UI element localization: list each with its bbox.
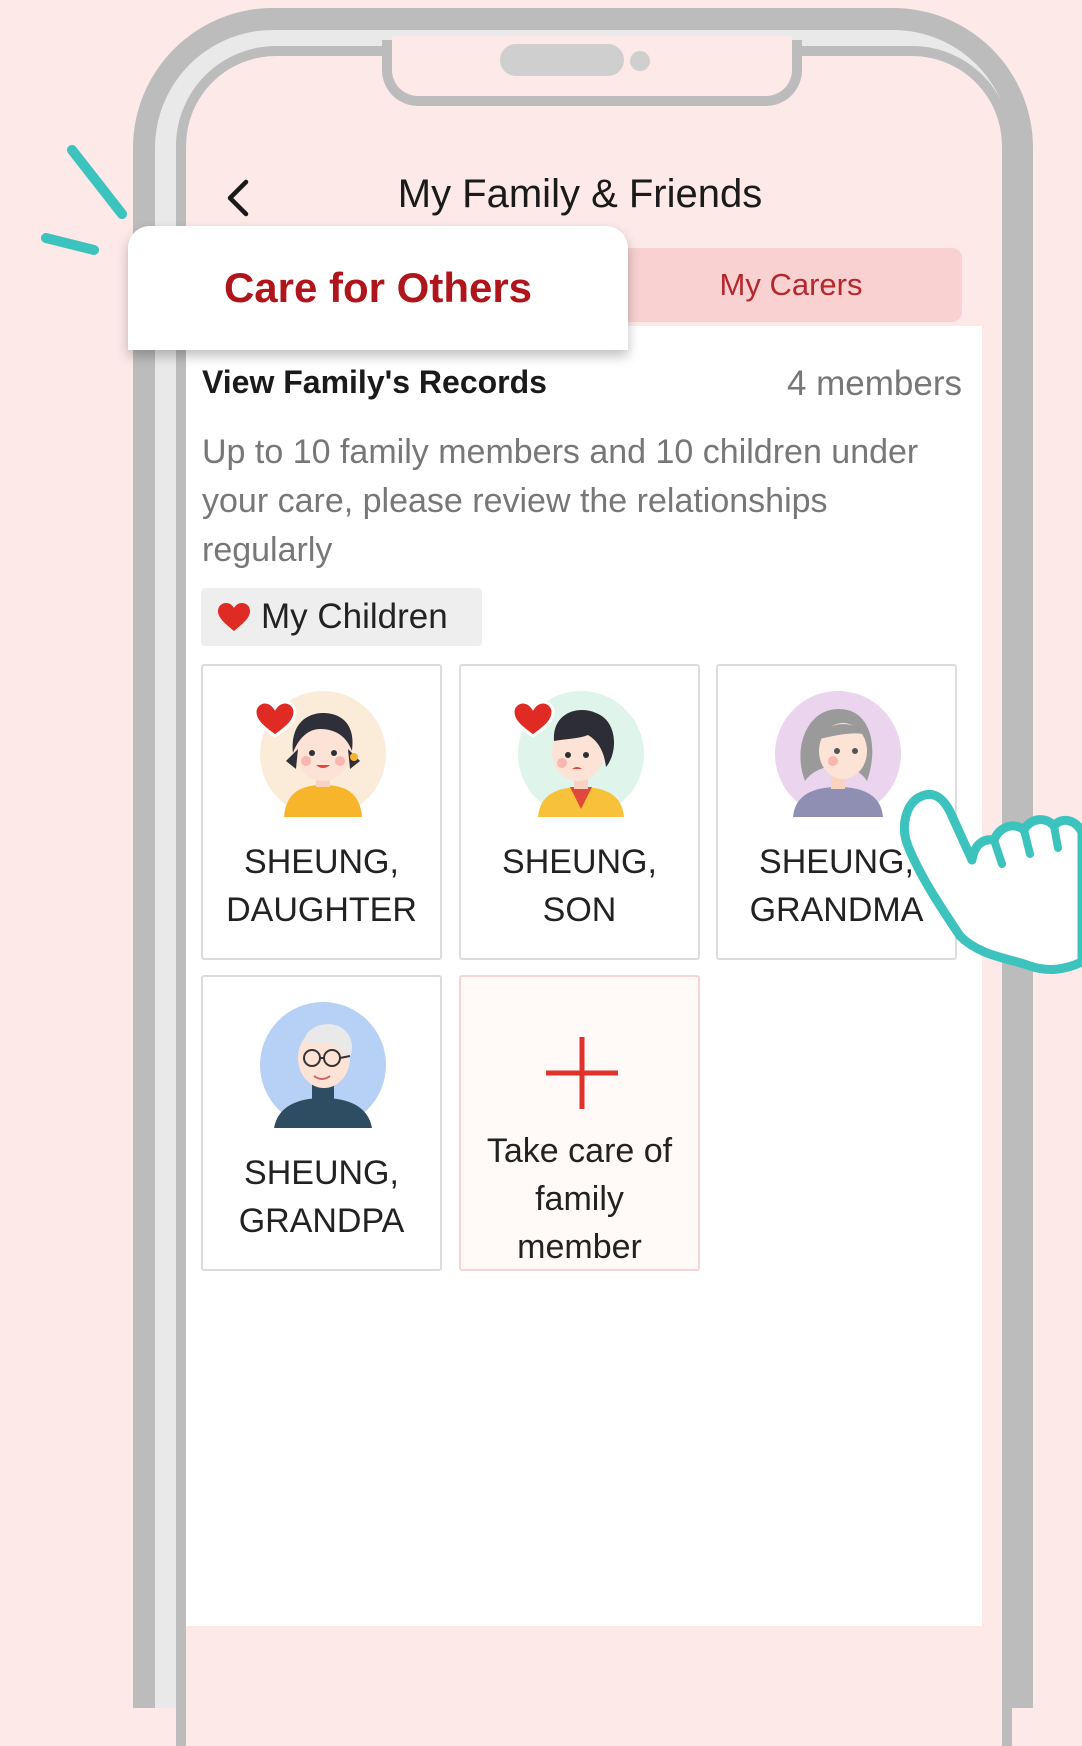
phone-speaker [500, 44, 624, 76]
tab-my-carers[interactable]: My Carers [620, 248, 962, 322]
plus-icon [546, 1037, 618, 1109]
member-name: SHEUNG, SON [502, 843, 657, 929]
member-name: SHEUNG, DAUGHTER [226, 843, 417, 929]
favorite-heart-icon [253, 700, 297, 738]
member-card-daughter[interactable]: SHEUNG, DAUGHTER [201, 664, 442, 960]
grandma-avatar-icon [775, 691, 901, 817]
member-card-son[interactable]: SHEUNG, SON [459, 664, 700, 960]
member-count: 4 members [786, 364, 962, 403]
section-description: Up to 10 family members and 10 children … [202, 433, 919, 569]
page-title: My Family & Friends [397, 172, 763, 216]
my-children-filter-chip[interactable]: My Children [201, 588, 482, 646]
tab-care-for-others[interactable]: Care for Others [128, 226, 628, 350]
phone-camera [630, 51, 650, 71]
pointing-hand-icon [900, 790, 1082, 974]
add-member-label: Take care of family member [486, 1132, 673, 1266]
back-arrow-icon[interactable] [222, 178, 258, 218]
add-family-member-card[interactable]: Take care of family member [459, 975, 700, 1271]
chip-label: My Children [261, 597, 448, 636]
section-title: View Family's Records [202, 364, 547, 400]
member-card-grandpa[interactable]: SHEUNG, GRANDPA [201, 975, 442, 1271]
heart-icon [218, 603, 250, 631]
favorite-heart-icon [511, 700, 555, 738]
member-name: SHEUNG, GRANDPA [238, 1154, 405, 1240]
grandpa-avatar-icon [260, 1002, 386, 1128]
